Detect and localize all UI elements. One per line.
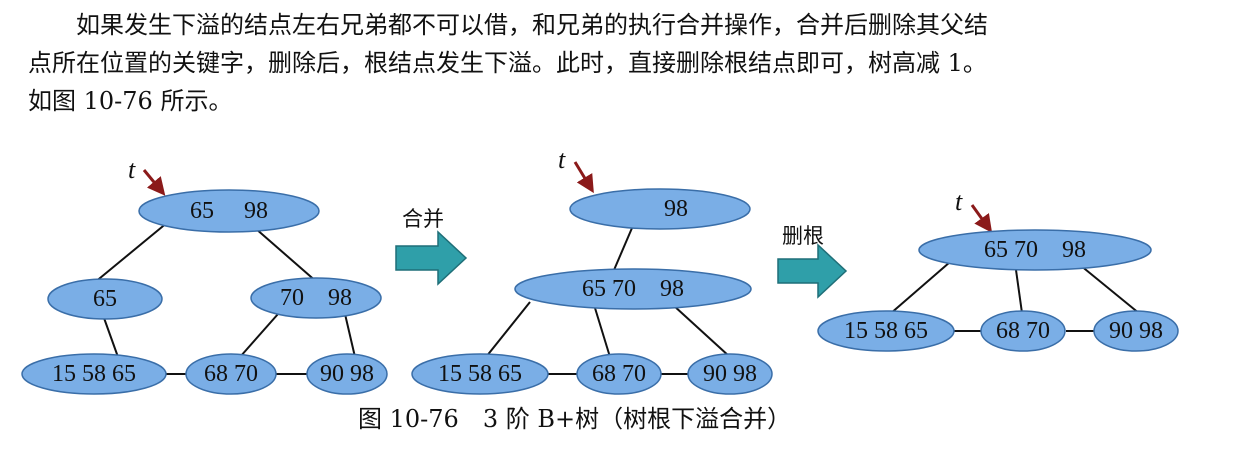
tree-2-leaf-1: 15 58 65 (411, 353, 549, 395)
svg-text:15 58 65: 15 58 65 (52, 361, 136, 387)
edge (1015, 269, 1023, 314)
tree-3-leaf-3: 90 98 (1093, 310, 1179, 352)
svg-text:65 98: 65 98 (190, 198, 268, 224)
pointer-t-arrow (142, 169, 166, 196)
tree-2: t 98 65 70 98 15 58 65 68 70 90 98 (411, 145, 773, 395)
merge-arrow-label: 合并 (402, 207, 444, 231)
edge (594, 307, 611, 358)
tree-2-leaf-3: 90 98 (687, 353, 773, 395)
delete-root-arrow: 删根 (777, 224, 848, 299)
tree-3-leaf-1: 15 58 65 (817, 310, 955, 352)
svg-text:68 70: 68 70 (204, 361, 258, 387)
pointer-t-label: t (558, 145, 566, 174)
tree-1-internal-right: 70 98 (250, 277, 382, 319)
edge (93, 221, 169, 284)
tree-2-root: 98 (569, 188, 751, 230)
delete-root-arrow-shape (777, 243, 848, 299)
pointer-t-arrow (970, 204, 993, 233)
tree-3-root: 65 70 98 (918, 229, 1152, 271)
edge (1079, 264, 1141, 315)
edge (485, 301, 531, 358)
edge (103, 317, 119, 358)
edge (239, 313, 279, 358)
tree-2-internal: 65 70 98 (514, 268, 752, 310)
svg-text:98: 98 (664, 196, 688, 222)
edge (889, 261, 951, 315)
bplus-tree-figure: t 65 98 65 70 98 15 58 65 68 70 90 98 合并… (21, 145, 1179, 395)
tree-3-leaf-2: 68 70 (980, 310, 1066, 352)
svg-text:68 70: 68 70 (592, 361, 646, 387)
edge (613, 227, 633, 271)
tree-1-root: 65 98 (138, 189, 320, 233)
svg-text:90 98: 90 98 (1109, 318, 1163, 344)
svg-text:68 70: 68 70 (996, 318, 1050, 344)
tree-1-internal-left: 65 (47, 278, 163, 320)
svg-text:70 98: 70 98 (280, 285, 352, 311)
tree-1-leaf-1: 15 58 65 (21, 353, 167, 395)
tree-1-leaf-3: 90 98 (306, 353, 388, 395)
merge-arrow-shape (395, 230, 468, 286)
svg-text:15 58 65: 15 58 65 (844, 318, 928, 344)
merge-arrow: 合并 (395, 207, 468, 286)
figure-caption: 图 10-76 3 阶 B+树（树根下溢合并） (358, 405, 792, 433)
svg-text:65 70 98: 65 70 98 (582, 276, 684, 302)
edge (254, 227, 319, 284)
svg-text:65: 65 (93, 286, 117, 312)
pointer-t-label: t (955, 187, 963, 216)
svg-text:90 98: 90 98 (703, 361, 757, 387)
svg-text:90 98: 90 98 (320, 361, 374, 387)
edge (672, 304, 731, 358)
tree-2-leaf-2: 68 70 (576, 353, 662, 395)
tree-1-leaf-2: 68 70 (185, 353, 277, 395)
svg-text:65 70 98: 65 70 98 (984, 237, 1086, 263)
tree-1: t 65 98 65 70 98 15 58 65 68 70 90 98 (21, 155, 388, 395)
svg-text:15 58 65: 15 58 65 (438, 361, 522, 387)
edge (344, 313, 356, 358)
pointer-t-label: t (128, 155, 136, 184)
pointer-t-arrow (573, 161, 594, 194)
tree-3: t 65 70 98 15 58 65 68 70 90 98 (817, 187, 1179, 352)
